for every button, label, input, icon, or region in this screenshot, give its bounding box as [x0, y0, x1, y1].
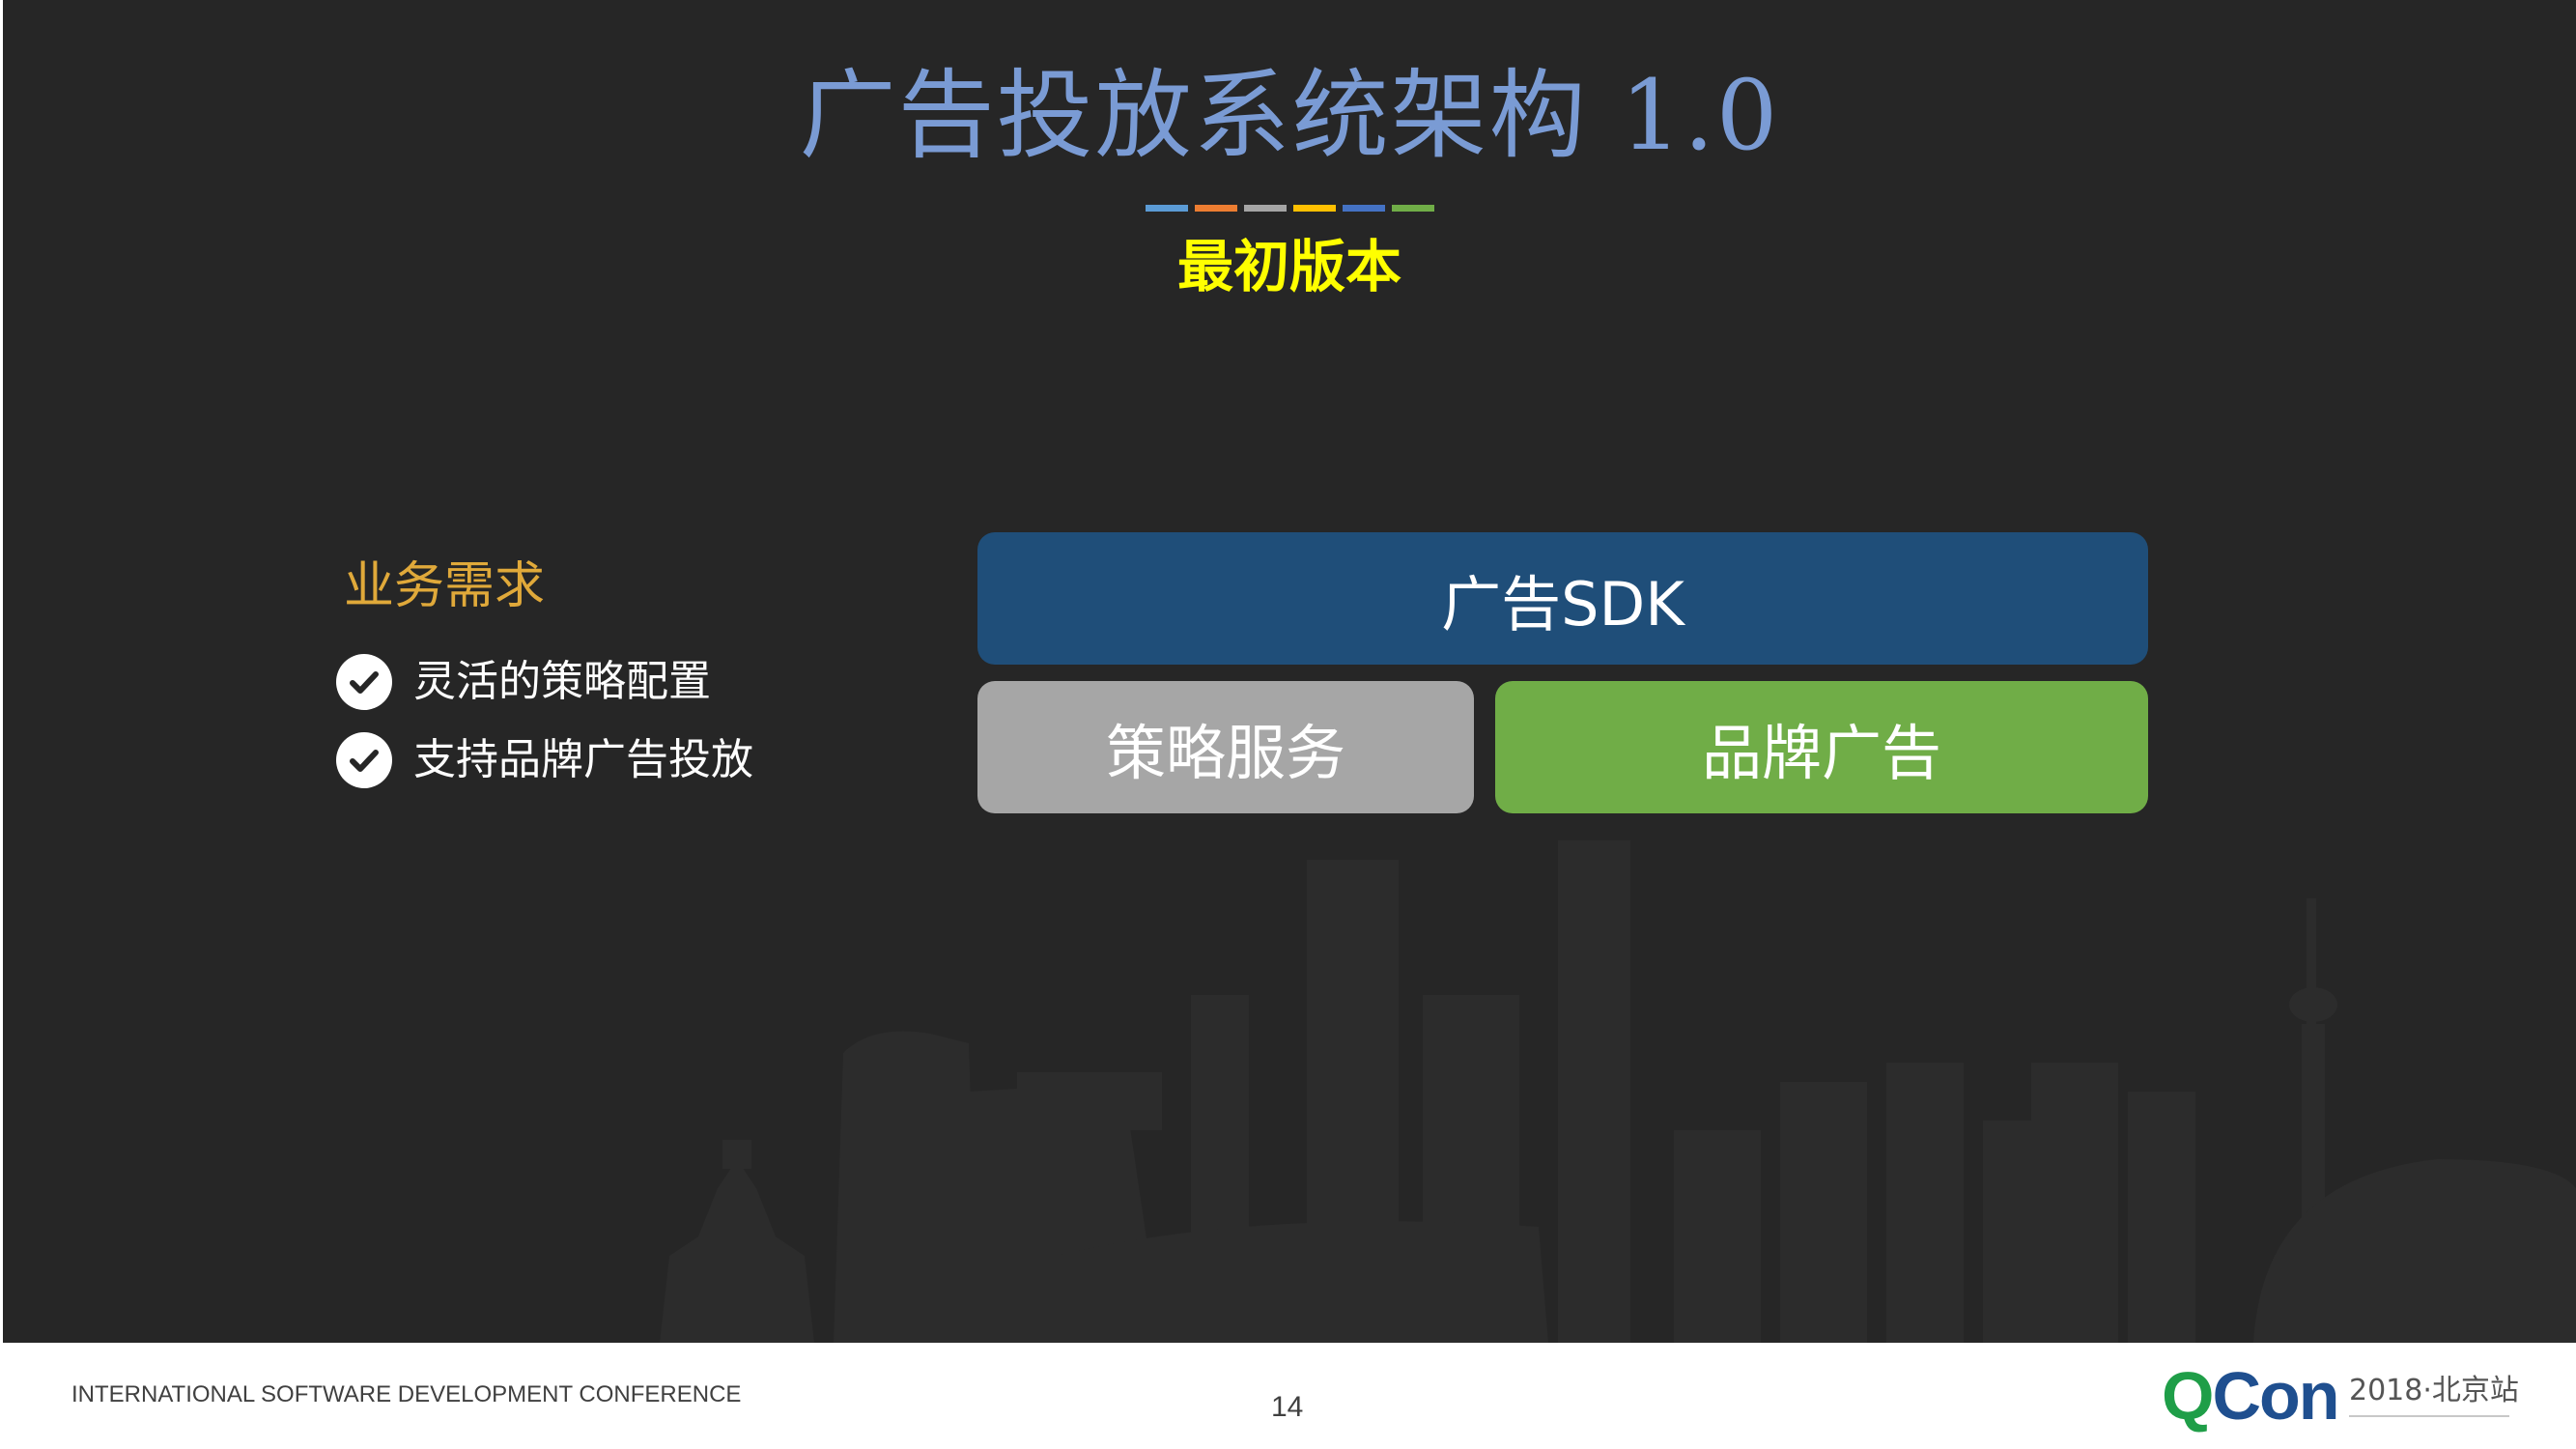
brand-ads-box: 品牌广告 — [1495, 681, 2148, 813]
slide-canvas: 广告投放系统架构 1.0 最初版本 业务需求 灵活的策略配置 支持品牌广告投放 … — [3, 0, 2576, 1343]
requirement-label: 灵活的策略配置 — [413, 657, 711, 706]
conference-name: INTERNATIONAL SOFTWARE DEVELOPMENT CONFE… — [71, 1381, 742, 1407]
requirement-item: 支持品牌广告投放 — [336, 731, 753, 789]
slide-title: 广告投放系统架构 1.0 — [799, 59, 1780, 172]
qcon-logo: QCon — [2162, 1357, 2340, 1435]
title-bar-segment — [1195, 205, 1237, 212]
title-bar-segment — [1392, 205, 1434, 212]
logo-con: Con — [2212, 1358, 2339, 1434]
title-underline-bar — [1146, 205, 1434, 212]
requirement-item: 灵活的策略配置 — [336, 653, 711, 711]
title-bar-segment — [1244, 205, 1287, 212]
edition-underline — [2349, 1415, 2509, 1417]
conference-edition: 2018·北京站 — [2349, 1374, 2519, 1407]
check-circle-icon — [336, 732, 392, 788]
ad-sdk-box: 广告SDK — [977, 532, 2148, 665]
page-number: 14 — [1271, 1391, 1304, 1423]
strategy-service-box: 策略服务 — [977, 681, 1474, 813]
logo-q: Q — [2162, 1358, 2214, 1434]
requirements-heading: 业务需求 — [344, 557, 546, 615]
title-bar-segment — [1146, 205, 1188, 212]
title-bar-segment — [1293, 205, 1336, 212]
title-bar-segment — [1343, 205, 1385, 212]
requirement-label: 支持品牌广告投放 — [413, 735, 753, 784]
slide-subtitle: 最初版本 — [1176, 234, 1401, 299]
check-circle-icon — [336, 654, 392, 710]
